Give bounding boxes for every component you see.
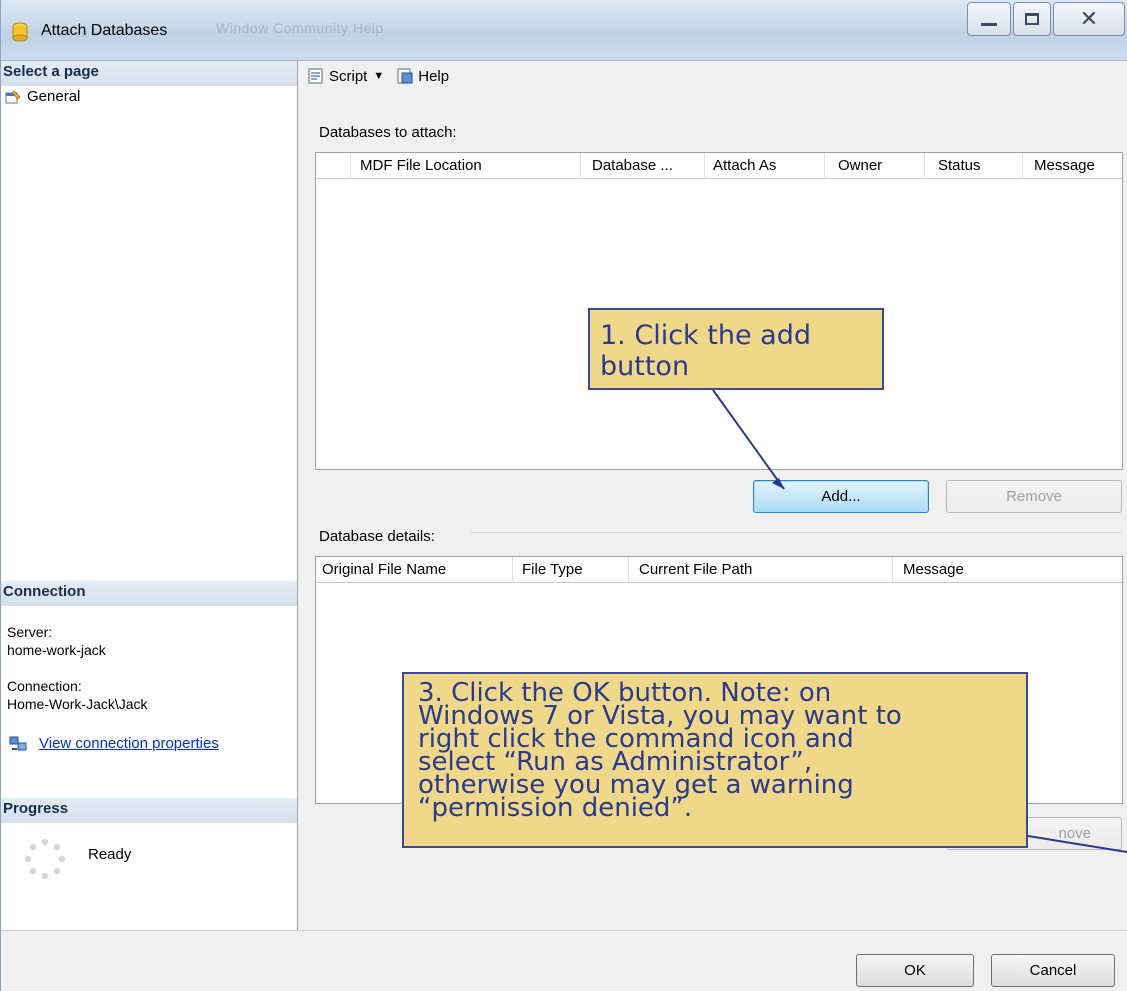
cancel-button[interactable]: Cancel [991,954,1115,987]
progress-header: Progress [1,798,297,823]
column-header[interactable]: Owner [838,157,882,174]
close-button[interactable]: ✕ [1053,2,1125,36]
page-item-label: General [27,88,81,105]
connection-header: Connection [1,581,297,606]
column-separator [1022,153,1023,179]
add-button[interactable]: Add... [753,480,929,513]
select-page-header: Select a page [1,61,297,86]
close-icon: ✕ [1079,6,1099,31]
column-separator [892,557,893,583]
progress-status: Ready [88,846,132,863]
column-separator [824,153,825,179]
callout-step3: 3. Click the OK button. Note: on Windows… [402,672,1028,848]
chevron-down-icon[interactable]: ▼ [373,70,384,82]
column-header[interactable]: Current File Path [639,561,752,578]
column-header[interactable]: Database ... [592,157,673,174]
database-details-label: Database details: [319,528,435,545]
column-header[interactable]: MDF File Location [360,157,482,174]
column-header[interactable]: Message [1034,157,1095,174]
details-grid-header: Original File Name File Type Current Fil… [316,557,1122,583]
background-menu-ghost: Window Community Help [216,20,384,36]
window-title: Attach Databases [41,22,168,39]
column-separator [580,153,581,179]
maximize-button[interactable] [1013,2,1051,36]
minimize-icon [981,22,997,26]
server-label: Server: [7,624,53,640]
properties-page-icon [5,90,21,103]
column-separator [350,153,351,179]
script-button[interactable]: Script ▼ [307,67,390,85]
column-header[interactable]: File Type [522,561,583,578]
help-label: Help [418,67,450,85]
dialog-button-bar: OK Cancel [1,930,1127,991]
column-header[interactable]: Status [938,157,981,174]
column-header[interactable]: Message [903,561,964,578]
column-separator [704,153,705,179]
page-item-general[interactable]: General [5,88,80,105]
view-connection-properties[interactable]: View connection properties [9,735,219,752]
minimize-button[interactable] [967,2,1011,36]
callout-line: “permission denied”. [418,793,693,823]
databases-to-attach-label: Databases to attach: [319,124,457,141]
maximize-icon [1025,13,1039,25]
column-separator [628,557,629,583]
remove-button[interactable]: Remove [946,480,1122,513]
server-value: home-work-jack [7,642,106,658]
help-icon [397,68,413,84]
column-header[interactable]: Original File Name [322,561,446,578]
script-label: Script [329,67,368,85]
column-header[interactable]: Attach As [713,157,776,174]
column-separator [512,557,513,583]
progress-spinner-icon [24,838,66,880]
callout-step1: 1. Click the add button [588,308,884,390]
help-button[interactable]: Help [396,67,449,85]
ok-button[interactable]: OK [856,954,974,987]
connection-label: Connection: [7,678,82,694]
details-separator-line [471,532,1121,533]
column-separator [924,153,925,179]
attach-grid-header: MDF File Location Database ... Attach As… [316,153,1122,179]
left-pane: Select a page General Connection Server:… [1,61,298,930]
toolbar: Script ▼ Help [307,67,449,85]
database-icon [12,22,28,42]
connection-properties-icon [9,736,27,750]
connection-value: Home-Work-Jack\Jack [7,696,148,712]
title-bar: Attach Databases Window Community Help ✕ [1,0,1127,61]
script-icon [308,68,323,84]
view-connection-properties-link[interactable]: View connection properties [39,735,219,752]
